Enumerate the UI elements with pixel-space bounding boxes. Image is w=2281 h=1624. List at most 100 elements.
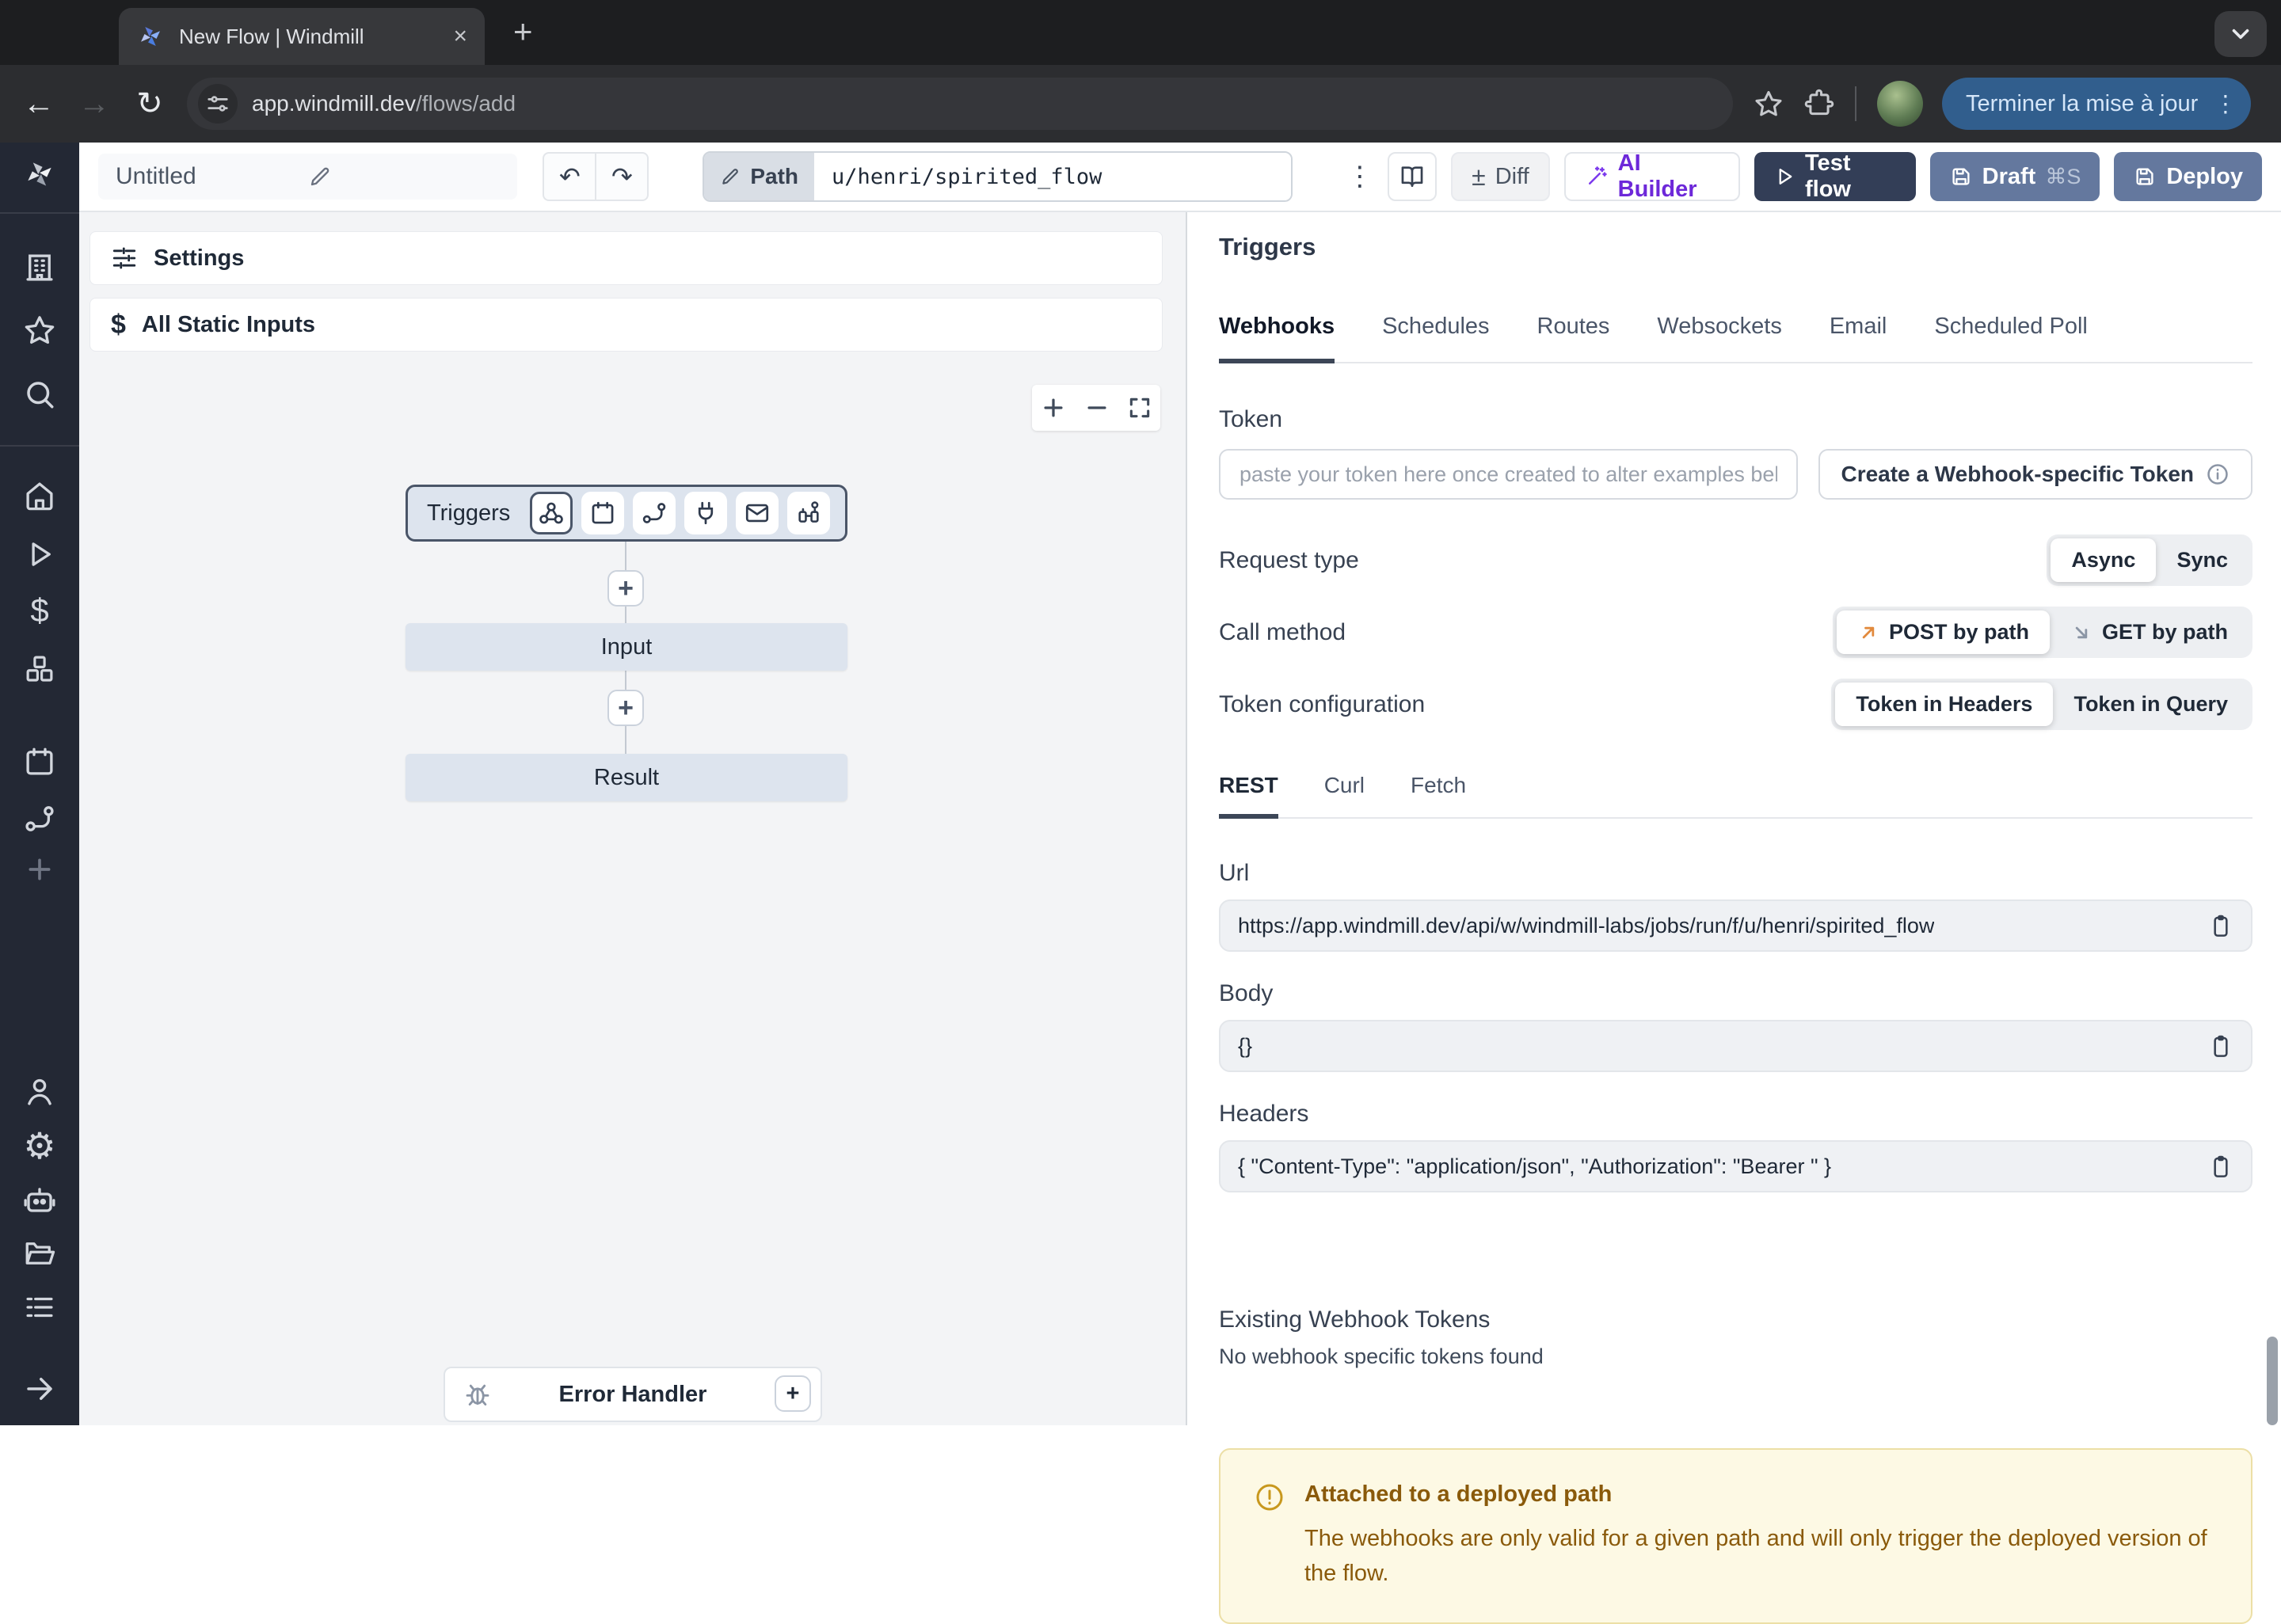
sidebar-item-favorites[interactable] [22,313,57,348]
add-step-button[interactable]: + [607,690,644,726]
token-input[interactable] [1219,449,1798,500]
chrome-menu-icon[interactable]: ⋮ [2214,90,2237,118]
chrome-update-button[interactable]: Terminer la mise à jour ⋮ [1942,78,2251,130]
result-node[interactable]: Result [406,754,847,801]
create-webhook-token-button[interactable]: Create a Webhook-specific Token [1818,449,2252,500]
url-bar[interactable]: app.windmill.dev/flows/add [187,78,1733,130]
diff-button[interactable]: ± Diff [1451,152,1550,201]
tab-close-icon[interactable]: × [453,25,467,48]
sidebar-item-settings[interactable]: ⚙ [22,1128,57,1163]
tab-schedules[interactable]: Schedules [1382,314,1489,362]
flow-name-field[interactable]: Untitled [98,154,517,200]
settings-bar[interactable]: Settings [89,231,1163,285]
sidebar-item-routes[interactable] [22,801,57,836]
webhook-trigger-button[interactable] [530,492,573,534]
bookmark-star-icon[interactable] [1754,89,1784,119]
flow-canvas[interactable]: Settings $ All Static Inputs [79,212,1186,1425]
error-handler-node[interactable]: Error Handler + [444,1367,822,1422]
add-step-button[interactable]: + [607,570,644,607]
redo-button[interactable]: ↷ [595,152,649,201]
static-inputs-bar[interactable]: $ All Static Inputs [89,298,1163,352]
test-flow-button[interactable]: Test flow [1754,152,1916,201]
copy-icon[interactable] [2208,913,2233,938]
schedule-trigger-button[interactable] [581,492,624,534]
draft-button[interactable]: Draft ⌘S [1930,152,2100,201]
windmill-logo-icon[interactable] [22,157,57,192]
tab-routes[interactable]: Routes [1537,314,1610,362]
ai-builder-button[interactable]: AI Builder [1564,152,1740,201]
copy-icon[interactable] [2208,1033,2233,1059]
tab-scheduled-poll[interactable]: Scheduled Poll [1934,314,2087,362]
sidebar-item-add[interactable] [22,852,57,887]
profile-avatar[interactable] [1877,81,1923,127]
copy-icon[interactable] [2208,1154,2233,1179]
zoom-out-button[interactable] [1083,394,1110,421]
gear-icon: ⚙ [23,1128,55,1164]
deployed-path-warning: Attached to a deployed path The webhooks… [1219,1448,2252,1624]
sync-option[interactable]: Sync [2156,538,2249,582]
triggers-node[interactable]: Triggers [406,485,847,542]
path-control[interactable]: Path u/henri/spirited_flow [703,151,1292,202]
route-trigger-button[interactable] [633,492,676,534]
sidebar-expand-arrow-icon[interactable] [22,1371,57,1406]
websocket-trigger-button[interactable] [684,492,727,534]
sidebar-item-variables[interactable]: $ [22,593,57,628]
sidebar-item-folders[interactable] [22,1236,57,1271]
sidebar-item-schedules[interactable] [22,744,57,779]
async-option[interactable]: Async [2051,538,2156,582]
existing-tokens-heading: Existing Webhook Tokens [1219,1306,2252,1333]
site-settings-icon[interactable] [198,84,238,124]
undo-button[interactable]: ↶ [543,152,595,201]
tab-search-button[interactable] [2214,11,2267,57]
url-field: https://app.windmill.dev/api/w/windmill-… [1219,899,2252,952]
sidebar-item-runs[interactable] [22,537,57,572]
sidebar-item-search[interactable] [22,377,57,412]
back-button[interactable]: ← [11,86,67,122]
panel-scrollbar[interactable] [2267,1337,2278,1425]
browser-tab[interactable]: New Flow | Windmill × [119,8,485,65]
new-tab-button[interactable]: + [513,13,533,51]
dollar-icon: $ [111,310,126,340]
zoom-in-button[interactable] [1040,394,1067,421]
tab-fetch[interactable]: Fetch [1411,773,1466,817]
tab-websockets[interactable]: Websockets [1657,314,1781,362]
sidebar-item-resources[interactable] [22,652,57,686]
post-by-path-option[interactable]: POST by path [1837,610,2050,654]
sidebar-item-user[interactable] [22,1074,57,1109]
canvas-zoom-controls [1032,385,1160,431]
alert-icon [1254,1481,1285,1513]
url-label: Url [1219,860,2252,887]
tab-webhooks[interactable]: Webhooks [1219,314,1335,363]
reload-button[interactable]: ↻ [122,86,177,122]
pencil-icon [720,166,741,187]
code-example-tabs: REST Curl Fetch [1219,773,2252,819]
sidebar-item-logs[interactable] [22,1290,57,1325]
call-method-toggle: POST by path GET by path [1833,607,2252,658]
sidebar-item-workers[interactable] [22,1182,57,1217]
get-by-path-option[interactable]: GET by path [2050,610,2249,654]
add-error-handler-button[interactable]: + [775,1375,811,1412]
app-sidebar: $ ⚙ [0,143,79,1425]
sidebar-item-workspace[interactable] [22,250,57,285]
headers-label: Headers [1219,1101,2252,1128]
tab-email[interactable]: Email [1830,314,1887,362]
token-in-query-option[interactable]: Token in Query [2053,683,2249,726]
tab-rest[interactable]: REST [1219,773,1278,819]
docs-button[interactable] [1388,152,1437,201]
input-node[interactable]: Input [406,623,847,671]
scheduled-poll-trigger-button[interactable] [787,492,830,534]
book-icon [1399,163,1426,190]
token-in-headers-option[interactable]: Token in Headers [1835,683,2053,726]
extensions-icon[interactable] [1804,89,1834,119]
request-type-toggle: Async Sync [2047,534,2252,586]
sidebar-item-home[interactable] [22,478,57,513]
more-options-icon[interactable]: ⋮ [1346,161,1373,192]
forward-button[interactable]: → [67,86,122,122]
tab-curl[interactable]: Curl [1324,773,1365,817]
save-icon [2133,165,2157,188]
magic-wand-icon [1585,164,1609,189]
path-value[interactable]: u/henri/spirited_flow [814,153,1291,200]
fit-view-button[interactable] [1127,395,1152,420]
email-trigger-button[interactable] [736,492,779,534]
deploy-button[interactable]: Deploy [2114,152,2262,201]
